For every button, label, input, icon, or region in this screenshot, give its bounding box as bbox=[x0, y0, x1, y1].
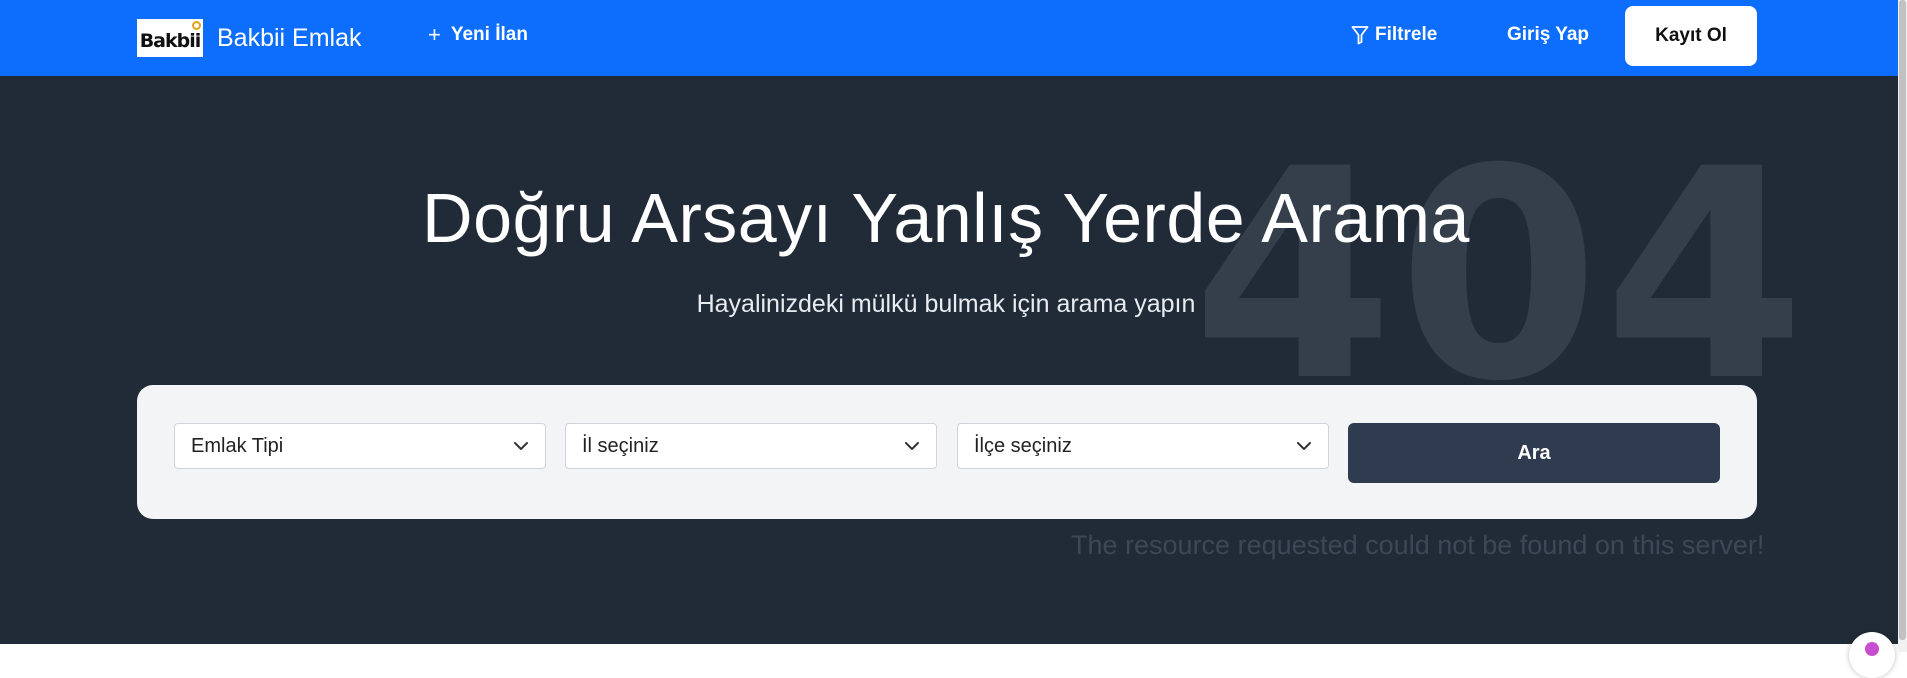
chevron-down-icon bbox=[905, 442, 919, 450]
login-link[interactable]: Giriş Yap bbox=[1507, 24, 1589, 46]
district-select[interactable]: İlçe seçiniz bbox=[957, 423, 1329, 469]
filter-label: Filtrele bbox=[1375, 24, 1438, 45]
error-message: The resource requested could not be foun… bbox=[1071, 530, 1765, 560]
hero-title: Doğru Arsayı Yanlış Yerde Arama bbox=[422, 179, 1470, 257]
top-navbar: Bakbii Bakbii Emlak + Yeni İlan Filtrele… bbox=[0, 0, 1898, 76]
vertical-scrollbar[interactable] bbox=[1898, 0, 1907, 652]
page-bottom-strip bbox=[0, 644, 1898, 652]
hero-section: 404 Doğru Arsayı Yanlış Yerde Arama Haya… bbox=[0, 76, 1898, 644]
register-button[interactable]: Kayıt Ol bbox=[1625, 6, 1757, 66]
district-value: İlçe seçiniz bbox=[974, 434, 1072, 457]
search-button[interactable]: Ara bbox=[1348, 423, 1720, 483]
chevron-down-icon bbox=[514, 442, 528, 450]
new-listing-link[interactable]: + Yeni İlan bbox=[428, 24, 528, 46]
brand-name: Bakbii Emlak bbox=[217, 23, 362, 52]
assistant-icon bbox=[1865, 642, 1879, 656]
province-select[interactable]: İl seçiniz bbox=[565, 423, 937, 469]
province-value: İl seçiniz bbox=[582, 434, 659, 457]
hero-subtitle: Hayalinizdeki mülkü bulmak için arama ya… bbox=[696, 290, 1196, 318]
plus-icon: + bbox=[428, 22, 441, 47]
filter-icon bbox=[1351, 26, 1369, 45]
floating-assistant-button[interactable] bbox=[1849, 632, 1895, 678]
scrollbar-thumb[interactable] bbox=[1899, 0, 1906, 640]
chevron-down-icon bbox=[1297, 442, 1311, 450]
logo-text: Bakbii bbox=[139, 30, 202, 52]
brand-logo: Bakbii bbox=[137, 19, 203, 57]
logo-pin-icon bbox=[192, 21, 201, 30]
brand-link[interactable]: Bakbii Bakbii Emlak bbox=[137, 19, 362, 57]
property-type-value: Emlak Tipi bbox=[191, 434, 284, 457]
property-type-select[interactable]: Emlak Tipi bbox=[174, 423, 546, 469]
filter-link[interactable]: Filtrele bbox=[1351, 24, 1437, 46]
new-listing-label: Yeni İlan bbox=[450, 24, 528, 45]
search-card: Emlak Tipi İl seçiniz İlçe seçiniz Ara bbox=[137, 385, 1757, 519]
background-404-text: 404 bbox=[1192, 108, 1810, 445]
